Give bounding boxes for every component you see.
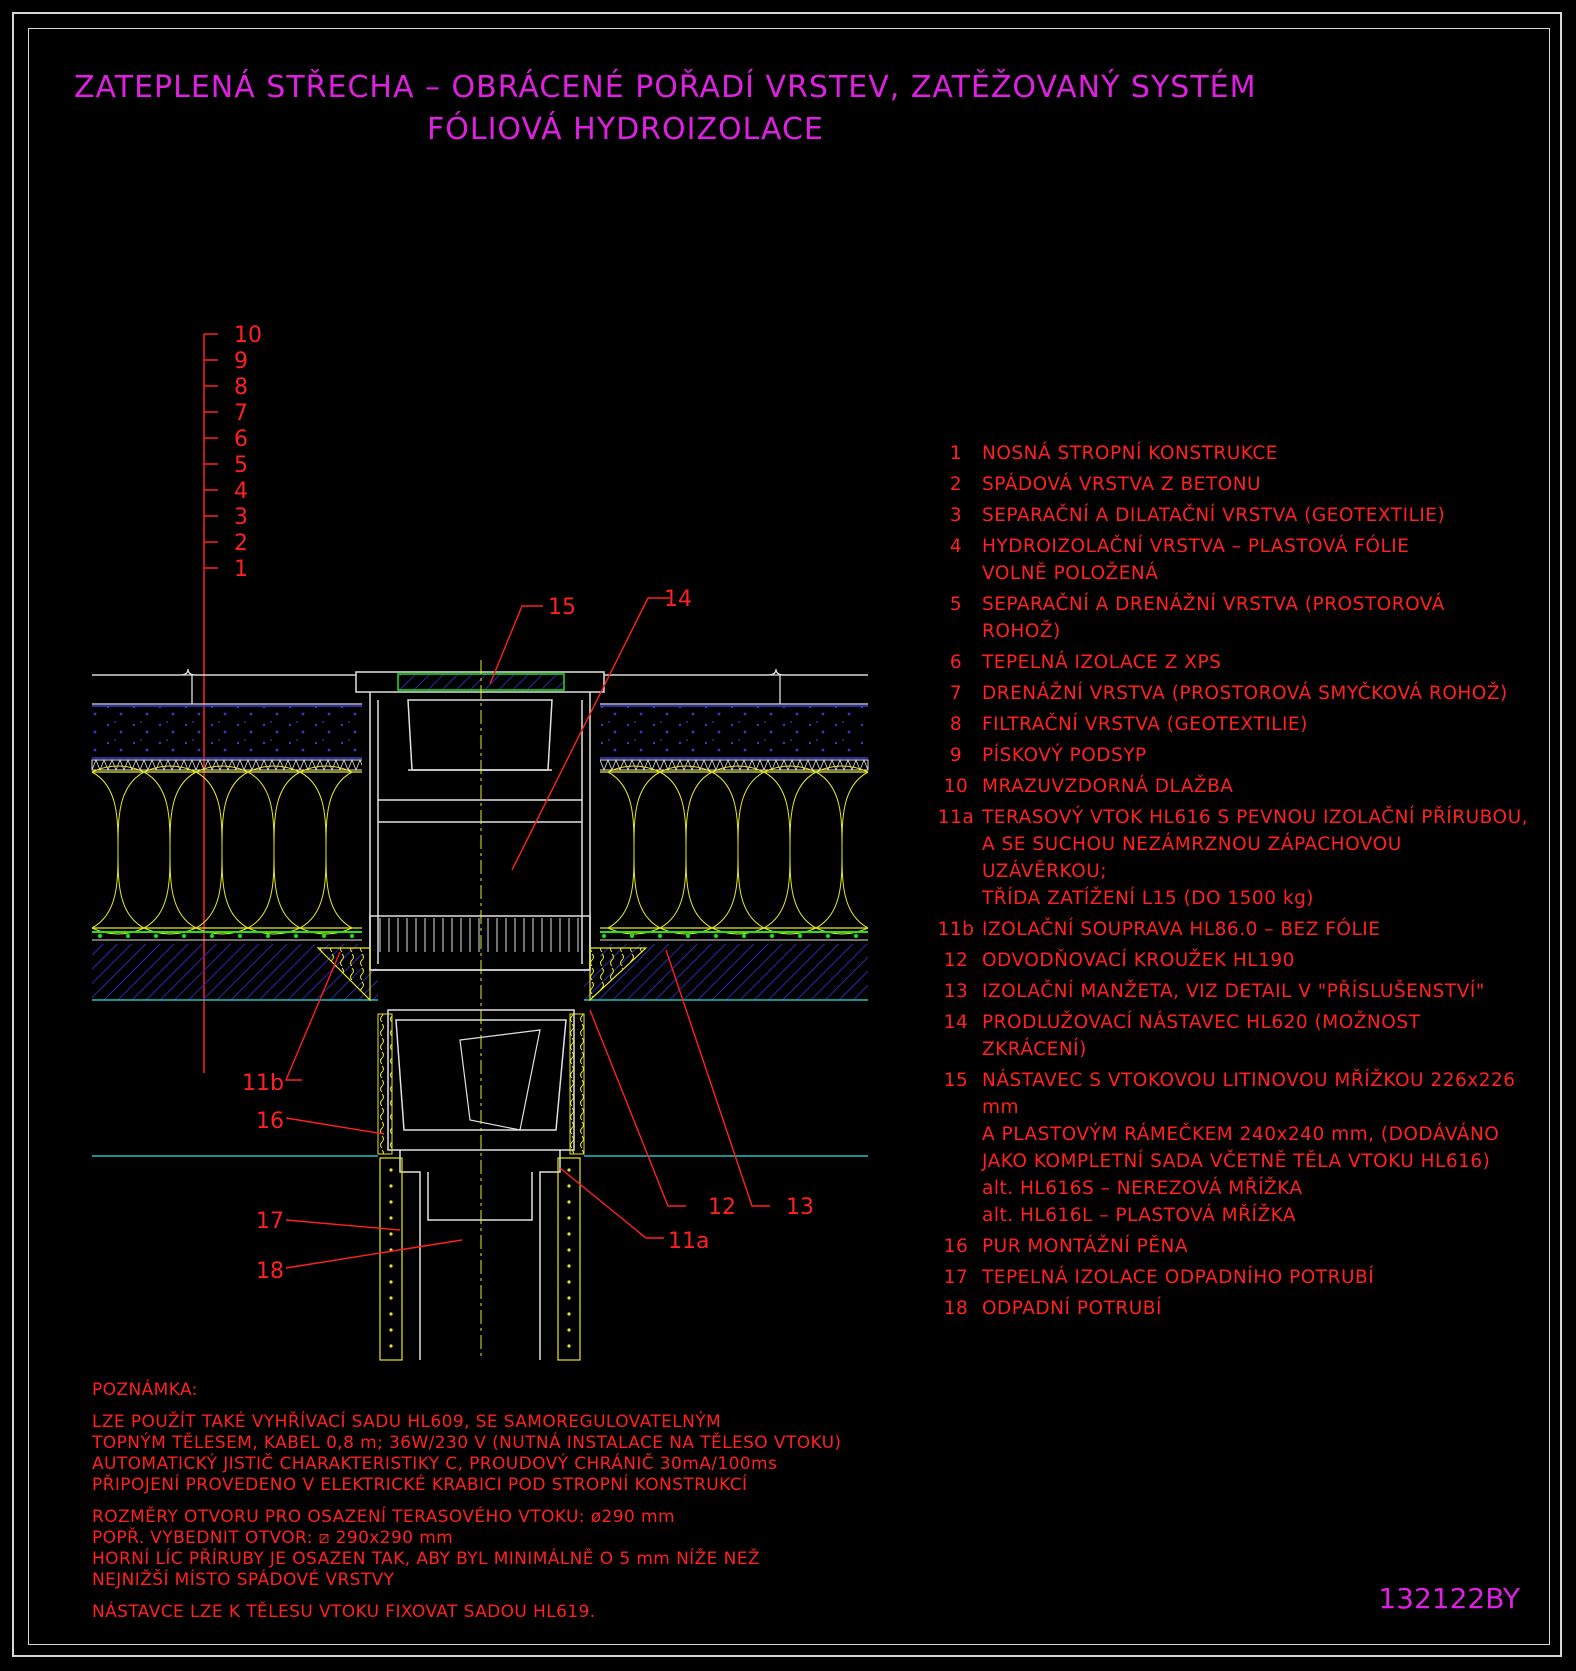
note-block-3: NÁSTAVCE LZE K TĚLESU VTOKU FIXOVAT SADO… bbox=[92, 1602, 596, 1622]
drawing-code: 132122BY bbox=[1378, 1582, 1520, 1615]
legend-item-text: HYDROIZOLAČNÍ VRSTVA – PLASTOVÁ FÓLIE VO… bbox=[982, 536, 1410, 584]
legend-item-text: SEPARAČNÍ A DRENÁŽNÍ VRSTVA (PROSTOROVÁ … bbox=[982, 594, 1445, 642]
legend-item-text: SEPARAČNÍ A DILATAČNÍ VRSTVA (GEOTEXTILI… bbox=[982, 505, 1446, 526]
legend-item: 13 IZOLAČNÍ MANŽETA, VIZ DETAIL V "PŘÍSLU… bbox=[930, 978, 1530, 1005]
callout-14: 14 bbox=[664, 587, 692, 612]
pipe-insulation bbox=[379, 1157, 581, 1361]
legend-item-number: 11a bbox=[937, 807, 975, 828]
drawing-sheet: ZATEPLENÁ STŘECHA – OBRÁCENÉ POŘADÍ VRST… bbox=[0, 0, 1576, 1671]
legend-item-number: 11b bbox=[937, 919, 975, 940]
legend-item-text: PÍSKOVÝ PODSYP bbox=[982, 745, 1147, 766]
layer-scale-label: 8 bbox=[234, 375, 248, 400]
callout-17: 17 bbox=[256, 1209, 284, 1234]
legend-item-text: PRODLUŽOVACÍ NÁSTAVEC HL620 (MOŽNOST ZKR… bbox=[982, 1012, 1421, 1060]
layer-scale-label: 9 bbox=[234, 349, 248, 374]
layer-scale-label: 10 bbox=[234, 323, 262, 348]
note-section: POZNÁMKA: LZE POUŽÍT TAKÉ VYHŘÍVACÍ SADU… bbox=[92, 1380, 932, 1634]
legend-item: 14 PRODLUŽOVACÍ NÁSTAVEC HL620 (MOŽNOST Z… bbox=[930, 1009, 1530, 1063]
legend-item-number: 6 bbox=[949, 652, 963, 673]
layer-scale-label: 3 bbox=[234, 505, 248, 530]
legend-item-number: 4 bbox=[949, 536, 963, 557]
legend-item-number: 18 bbox=[943, 1298, 969, 1319]
legend-item: 17 TEPELNÁ IZOLACE ODPADNÍHO POTRUBÍ bbox=[930, 1264, 1530, 1291]
legend-item-text: TEPELNÁ IZOLACE Z XPS bbox=[982, 652, 1222, 673]
note-block-1: LZE POUŽÍT TAKÉ VYHŘÍVACÍ SADU HL609, SE… bbox=[92, 1412, 842, 1495]
note-block-2: ROZMĚRY OTVORU PRO OSAZENÍ TERASOVÉHO VT… bbox=[92, 1507, 760, 1590]
legend-item-number: 15 bbox=[943, 1070, 969, 1091]
legend-item: 4 HYDROIZOLAČNÍ VRSTVA – PLASTOVÁ FÓLIE V… bbox=[930, 533, 1530, 587]
legend-item-number: 9 bbox=[949, 745, 963, 766]
legend-item-number: 17 bbox=[943, 1267, 969, 1288]
legend-item-text: ODVODŇOVACÍ KROUŽEK HL190 bbox=[982, 950, 1295, 971]
legend-item-number: 14 bbox=[943, 1012, 969, 1033]
legend-item-number: 12 bbox=[943, 950, 969, 971]
callout-15: 15 bbox=[548, 595, 576, 620]
legend-item: 1 NOSNÁ STROPNÍ KONSTRUKCE bbox=[930, 440, 1530, 467]
legend-item-text: IZOLAČNÍ MANŽETA, VIZ DETAIL V "PŘÍSLUŠE… bbox=[982, 981, 1485, 1002]
legend-item-number: 7 bbox=[949, 683, 963, 704]
legend-item-text: IZOLAČNÍ SOUPRAVA HL86.0 – BEZ FÓLIE bbox=[982, 919, 1381, 940]
note-heading: POZNÁMKA: bbox=[92, 1380, 198, 1400]
legend-item: 9 PÍSKOVÝ PODSYP bbox=[930, 742, 1530, 769]
legend-item-text: FILTRAČNÍ VRSTVA (GEOTEXTILIE) bbox=[982, 714, 1308, 735]
layer-scale-label: 5 bbox=[234, 453, 248, 478]
legend-item: 12 ODVODŇOVACÍ KROUŽEK HL190 bbox=[930, 947, 1530, 974]
layer-scale-label: 1 bbox=[234, 557, 248, 582]
legend-item-number: 5 bbox=[949, 594, 963, 615]
layer-scale-label: 6 bbox=[234, 427, 248, 452]
legend-item: 6 TEPELNÁ IZOLACE Z XPS bbox=[930, 649, 1530, 676]
legend-item-number: 1 bbox=[949, 443, 963, 464]
legend-item-text: DRENÁŽNÍ VRSTVA (PROSTOROVÁ SMYČKOVÁ ROH… bbox=[982, 683, 1508, 704]
legend-item-number: 3 bbox=[949, 505, 963, 526]
legend-list: 1 NOSNÁ STROPNÍ KONSTRUKCE 2 SPÁDOVÁ VRSTVA… bbox=[930, 440, 1530, 1322]
legend-item: 3 SEPARAČNÍ A DILATAČNÍ VRSTVA (GEOTEXTIL… bbox=[930, 502, 1530, 529]
legend-item: 8 FILTRAČNÍ VRSTVA (GEOTEXTILIE) bbox=[930, 711, 1530, 738]
legend-item: 15 NÁSTAVEC S VTOKOVOU LITINOVOU MŘÍŽKOU … bbox=[930, 1067, 1530, 1229]
legend-item: 11b IZOLAČNÍ SOUPRAVA HL86.0 – BEZ FÓLIE bbox=[930, 916, 1530, 943]
legend-item-text: PUR MONTÁŽNÍ PĚNA bbox=[982, 1236, 1189, 1257]
legend-item: 10 MRAZUVZDORNÁ DLAŽBA bbox=[930, 773, 1530, 800]
legend-item-text: NÁSTAVEC S VTOKOVOU LITINOVOU MŘÍŽKOU 22… bbox=[982, 1070, 1516, 1226]
legend-item-text: TERASOVÝ VTOK HL616 S PEVNOU IZOLAČNÍ PŘ… bbox=[982, 807, 1529, 909]
legend-item-text: SPÁDOVÁ VRSTVA Z BETONU bbox=[982, 474, 1262, 495]
callout-18: 18 bbox=[256, 1259, 284, 1284]
legend-item-text: NOSNÁ STROPNÍ KONSTRUKCE bbox=[982, 443, 1278, 464]
legend-item-text: MRAZUVZDORNÁ DLAŽBA bbox=[982, 776, 1234, 797]
layer-scale-label: 2 bbox=[234, 531, 248, 556]
layer-scale-label: 4 bbox=[234, 479, 248, 504]
legend-item-number: 2 bbox=[949, 474, 963, 495]
legend-item: 7 DRENÁŽNÍ VRSTVA (PROSTOROVÁ SMYČKOVÁ RO… bbox=[930, 680, 1530, 707]
legend-item-number: 10 bbox=[943, 776, 969, 797]
layer-scale-label: 7 bbox=[234, 401, 248, 426]
legend-item: 2 SPÁDOVÁ VRSTVA Z BETONU bbox=[930, 471, 1530, 498]
callout-11b: 11b bbox=[242, 1071, 284, 1096]
legend-item-text: TEPELNÁ IZOLACE ODPADNÍHO POTRUBÍ bbox=[982, 1267, 1375, 1288]
legend-item-number: 16 bbox=[943, 1236, 969, 1257]
legend-item: 18 ODPADNÍ POTRUBÍ bbox=[930, 1295, 1530, 1322]
legend-item: 16 PUR MONTÁŽNÍ PĚNA bbox=[930, 1233, 1530, 1260]
legend-item-number: 13 bbox=[943, 981, 969, 1002]
callout-16: 16 bbox=[256, 1109, 284, 1134]
legend-item: 5 SEPARAČNÍ A DRENÁŽNÍ VRSTVA (PROSTOROVÁ… bbox=[930, 591, 1530, 645]
callout-12: 12 bbox=[708, 1195, 736, 1220]
legend-item-number: 8 bbox=[949, 714, 963, 735]
legend-item: 11a TERASOVÝ VTOK HL616 S PEVNOU IZOLAČNÍ… bbox=[930, 804, 1530, 912]
callout-11a: 11a bbox=[668, 1229, 709, 1254]
legend-item-text: ODPADNÍ POTRUBÍ bbox=[982, 1298, 1162, 1319]
callout-13: 13 bbox=[786, 1195, 814, 1220]
